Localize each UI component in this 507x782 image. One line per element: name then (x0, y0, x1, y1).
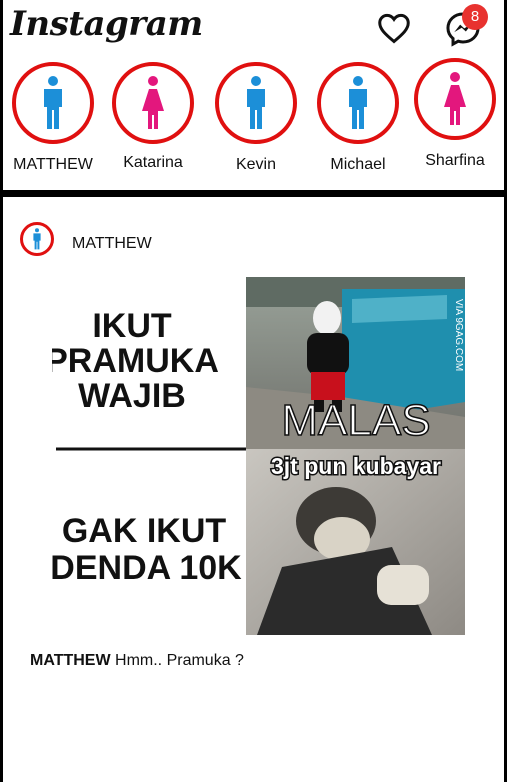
male-user-icon (349, 76, 367, 129)
caption-text: Hmm.. Pramuka ? (110, 652, 244, 669)
male-user-icon (33, 228, 41, 250)
story-katarina[interactable]: Katarina (103, 62, 203, 171)
meme-watermark: VIA 9GAG.COM (453, 299, 464, 371)
heart-outline-icon[interactable] (376, 10, 412, 46)
story-ring (414, 58, 496, 140)
story-matthew[interactable]: MATTHEW (3, 62, 103, 173)
story-sharfina[interactable]: Sharfina (405, 58, 505, 169)
male-user-icon (247, 76, 265, 129)
story-michael[interactable]: Michael (308, 62, 408, 173)
post-username[interactable]: MATTHEW (72, 235, 152, 253)
meme-left-line-4: GAK IKUT (62, 512, 227, 550)
instagram-logo[interactable]: Instagram (10, 4, 203, 44)
female-user-icon (142, 76, 164, 129)
meme-left-line-1: IKUT (92, 307, 172, 345)
meme-left-line-5: DENDA 10K (52, 549, 242, 587)
meme-left-line-2: PRAMUKA (52, 342, 219, 380)
top-header: Instagram 8 (0, 0, 507, 60)
story-name: MATTHEW (13, 156, 93, 173)
message-count-badge: 8 (462, 4, 488, 30)
story-ring (317, 62, 399, 144)
meme-right-title: MALAS (281, 396, 430, 445)
story-name: Michael (330, 156, 386, 173)
caption-username[interactable]: MATTHEW (30, 652, 111, 669)
story-ring (215, 62, 297, 144)
section-divider (0, 190, 507, 197)
meme-photo-bottom: 3jt pun kubayar (246, 449, 465, 635)
meme-left-line-3: WAJIB (78, 377, 186, 415)
story-name: Sharfina (425, 152, 485, 169)
stories-bar: MATTHEW Katarina Kevin Michael Sharfina (0, 58, 507, 190)
story-kevin[interactable]: Kevin (206, 62, 306, 173)
female-user-icon (444, 72, 466, 125)
meme-photo-top: VIA 9GAG.COM MALAS (246, 277, 465, 449)
male-user-icon (44, 76, 62, 129)
post-avatar[interactable] (20, 222, 54, 256)
story-name: Kevin (235, 156, 277, 173)
meme-right-subtitle: 3jt pun kubayar (271, 453, 441, 479)
story-ring (12, 62, 94, 144)
post-image[interactable]: IKUT PRAMUKA WAJIB GAK IKUT DENDA 10K VI… (52, 277, 465, 635)
story-name: Katarina (123, 154, 183, 171)
story-ring (112, 62, 194, 144)
post-caption: MATTHEW Hmm.. Pramuka ? (30, 652, 244, 670)
